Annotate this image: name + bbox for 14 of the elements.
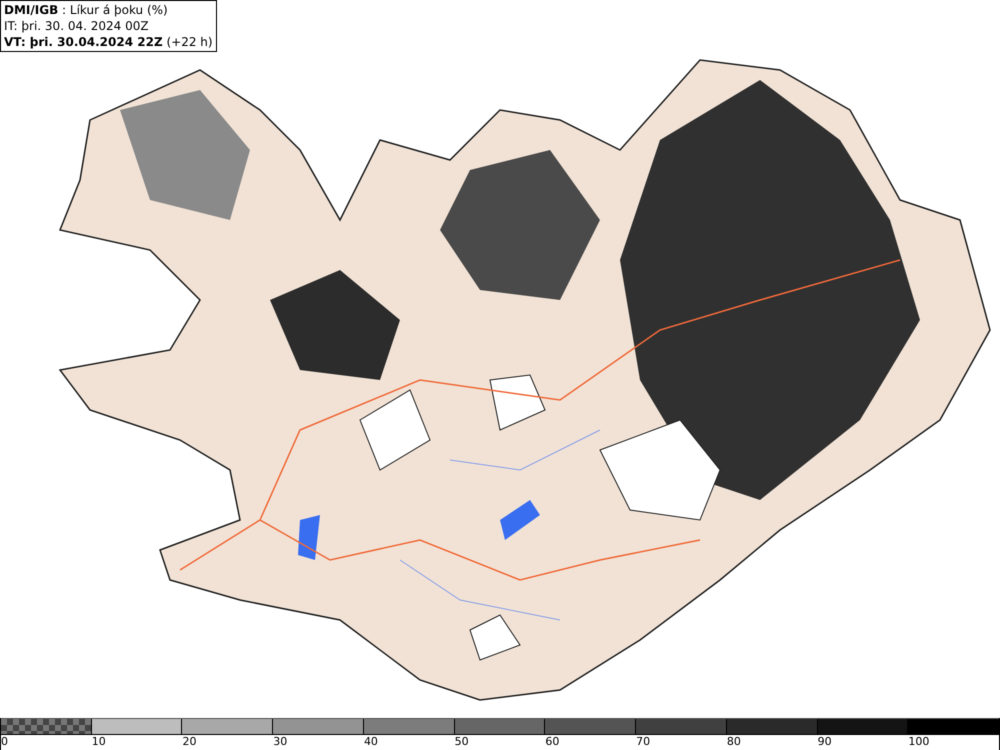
legend-label: 70 [636,735,650,748]
map-title-line: IT: þri. 30. 04. 2024 00Z [4,18,150,34]
legend-label: 50 [454,735,469,748]
legend-label: 40 [364,735,378,748]
legend-label: 100 [908,735,930,748]
legend-label: 20 [182,735,196,748]
legend-label: 30 [273,735,288,748]
legend-label: 60 [545,735,560,748]
legend-label: 90 [818,735,832,748]
legend-label: 0 [1,735,8,748]
map-title-line: VT: þri. 30.04.2024 22Z (+22 h) [4,34,213,50]
legend-label: 80 [726,735,741,748]
map-title-line: DMI/IGB : Líkur á þoku (%) [4,2,169,18]
legend-label: 10 [92,735,106,748]
